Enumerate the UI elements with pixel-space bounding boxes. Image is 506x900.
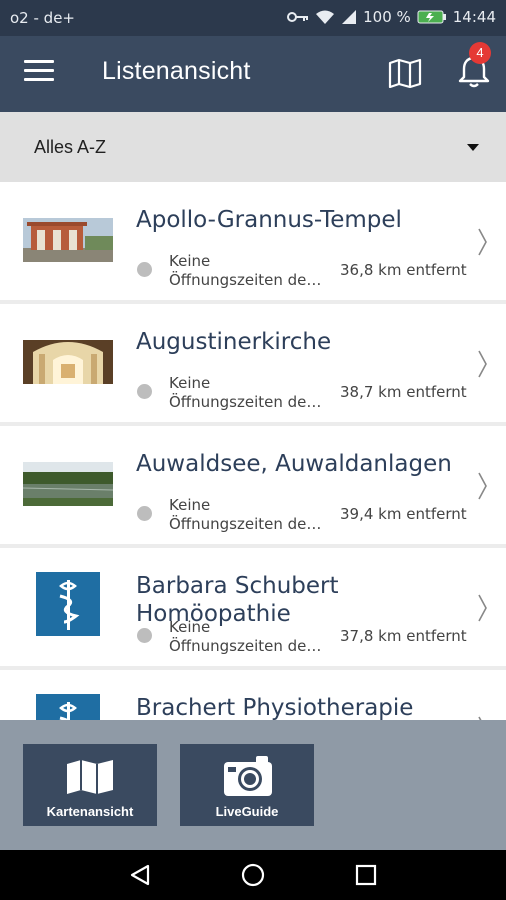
map-icon xyxy=(388,58,422,89)
wifi-icon xyxy=(315,9,335,25)
medical-caduceus-icon xyxy=(59,702,77,720)
status-dot xyxy=(137,262,152,277)
chevron-right-icon xyxy=(478,350,487,378)
status-dot xyxy=(137,384,152,399)
poi-list[interactable]: Apollo-Grannus-Tempel Keine Öffnungszeit… xyxy=(0,182,506,720)
battery-icon xyxy=(417,10,447,24)
folded-map-icon xyxy=(67,760,113,794)
menu-button[interactable] xyxy=(24,60,54,88)
map-view-label: Kartenansicht xyxy=(46,804,134,819)
recents-icon[interactable] xyxy=(355,864,377,886)
clock: 14:44 xyxy=(452,8,496,26)
opening-hours: Keine Öffnungszeiten de… xyxy=(169,618,322,655)
distance-label: 36,8 km entfernt xyxy=(340,261,467,279)
list-item[interactable]: Apollo-Grannus-Tempel Keine Öffnungszeit… xyxy=(0,182,506,300)
signal-icon xyxy=(341,9,357,25)
back-icon[interactable] xyxy=(128,863,152,887)
sort-filter-dropdown[interactable]: Alles A-Z xyxy=(0,112,506,182)
home-icon[interactable] xyxy=(241,863,265,887)
list-item[interactable]: Barbara Schubert Homöopathie Keine Öffnu… xyxy=(0,548,506,666)
list-item[interactable]: Auwaldsee, Auwaldanlagen Keine Öffnungsz… xyxy=(0,426,506,544)
distance-label: 39,4 km entfernt xyxy=(340,505,467,523)
liveguide-label: LiveGuide xyxy=(215,804,279,819)
item-name: Augustinerkirche xyxy=(136,329,332,355)
status-bar: o2 - de+ 100 % 14:44 xyxy=(0,0,506,36)
chevron-right-icon xyxy=(478,594,487,622)
opening-hours: Keine Öffnungszeiten de… xyxy=(169,374,322,411)
camera-icon xyxy=(224,756,272,796)
item-thumbnail xyxy=(23,340,113,384)
opening-hours: Keine Öffnungszeiten de… xyxy=(169,496,322,533)
dropdown-arrow-icon xyxy=(467,144,479,151)
status-dot xyxy=(137,628,152,643)
item-thumbnail xyxy=(36,694,100,720)
distance-label: 37,8 km entfernt xyxy=(340,627,467,645)
key-icon xyxy=(287,10,309,24)
item-thumbnail xyxy=(23,218,113,262)
item-thumbnail xyxy=(36,572,100,636)
map-view-tile-button[interactable]: Kartenansicht xyxy=(23,744,157,826)
page-title: Listenansicht xyxy=(102,57,251,85)
app-bar: Listenansicht 4 xyxy=(0,36,506,112)
carrier-label: o2 - de+ xyxy=(10,9,75,27)
distance-label: 38,7 km entfernt xyxy=(340,383,467,401)
list-item[interactable]: Augustinerkirche Keine Öffnungszeiten de… xyxy=(0,304,506,422)
medical-caduceus-icon xyxy=(59,580,80,630)
system-navigation-bar xyxy=(0,850,506,900)
list-item[interactable]: Brachert Physiotherapie xyxy=(0,670,506,720)
item-name: Brachert Physiotherapie xyxy=(136,695,414,720)
filter-selected-value: Alles A-Z xyxy=(34,137,107,157)
bottom-toolbar: Kartenansicht LiveGuide xyxy=(0,720,506,850)
battery-percent: 100 % xyxy=(363,8,411,26)
item-name: Auwaldsee, Auwaldanlagen xyxy=(136,451,452,477)
item-thumbnail xyxy=(23,462,113,506)
status-dot xyxy=(137,506,152,521)
liveguide-tile-button[interactable]: LiveGuide xyxy=(180,744,314,826)
map-view-button[interactable] xyxy=(388,58,422,89)
notification-badge: 4 xyxy=(469,42,491,64)
item-name: Apollo-Grannus-Tempel xyxy=(136,207,402,233)
chevron-right-icon xyxy=(478,472,487,500)
chevron-right-icon xyxy=(478,228,487,256)
opening-hours: Keine Öffnungszeiten de… xyxy=(169,252,322,289)
hamburger-icon xyxy=(24,60,54,63)
